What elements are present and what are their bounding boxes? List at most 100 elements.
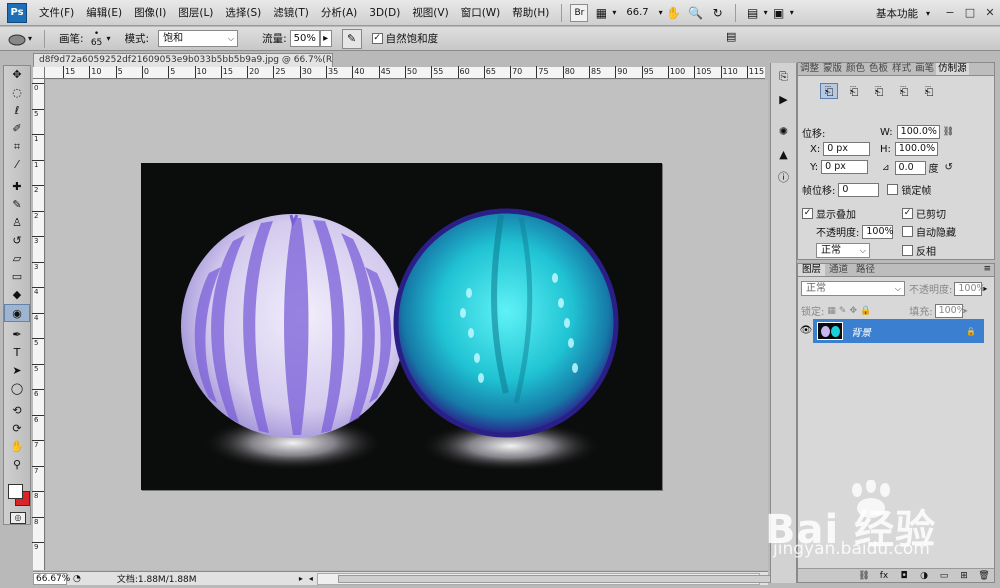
menu-select[interactable]: 选择(S) (219, 0, 267, 26)
frame-offset-input[interactable]: 0 (838, 182, 880, 197)
tab-masks[interactable]: 蒙版 (821, 63, 844, 75)
scroll-left-icon[interactable]: ◂ (309, 574, 313, 583)
move-tool-icon[interactable]: ✥ (4, 66, 30, 84)
chevron-right-icon[interactable]: ▸ (964, 306, 968, 315)
airbrush-icon[interactable]: ✎ (341, 28, 362, 49)
tab-layers[interactable]: 图层 (798, 264, 826, 276)
flow-slider-button[interactable]: ▸ (319, 30, 332, 47)
hand-tool-icon[interactable]: ✋ (4, 438, 30, 456)
type-tool-icon[interactable]: T (4, 344, 30, 362)
chevron-down-icon[interactable]: ▾ (659, 8, 663, 17)
bridge-button[interactable]: Br (570, 3, 589, 22)
path-selection-tool-icon[interactable]: ➤ (4, 362, 30, 380)
flow-input[interactable]: 50% (289, 30, 320, 47)
invert-checkbox[interactable] (902, 245, 913, 256)
chevron-down-icon[interactable]: ▾ (612, 8, 616, 17)
clone-source-2-icon[interactable]: ⎗ (845, 83, 863, 99)
quick-mask-icon[interactable]: ◎ (10, 512, 26, 524)
auto-hide-checkbox[interactable] (902, 226, 913, 237)
menu-layer[interactable]: 图层(L) (172, 0, 219, 26)
menu-file[interactable]: 文件(F) (33, 0, 80, 26)
chevron-down-icon[interactable]: ▾ (107, 34, 111, 43)
panel-toggle-icon[interactable]: ▤ (726, 30, 736, 43)
brush-picker[interactable]: • 65 (87, 29, 107, 49)
brush-tool-icon[interactable]: ✎ (4, 196, 30, 214)
3d-orbit-tool-icon[interactable]: ⟳ (4, 420, 30, 438)
close-icon[interactable]: ✕ (980, 4, 1000, 22)
blur-tool-icon[interactable]: ◆ (4, 286, 30, 304)
eye-icon[interactable]: 👁 (799, 319, 813, 343)
eraser-tool-icon[interactable]: ▱ (4, 250, 30, 268)
pen-tool-icon[interactable]: ✒ (4, 326, 30, 344)
status-arrow-icon[interactable]: ▸ (299, 574, 309, 583)
chevron-down-icon[interactable]: ▾ (790, 8, 794, 17)
horizontal-scrollbar[interactable] (316, 572, 808, 585)
lasso-tool-icon[interactable]: ℓ (4, 102, 30, 120)
lock-position-icon[interactable]: ✥ (849, 306, 857, 316)
overlay-opacity-input[interactable]: 100% (862, 224, 894, 239)
hand-tool-icon[interactable]: ✋ (665, 6, 683, 20)
menu-edit[interactable]: 编辑(E) (80, 0, 128, 26)
h-input[interactable]: 100.0% (894, 142, 938, 156)
menu-window[interactable]: 窗口(W) (455, 0, 507, 26)
tool-preset-picker[interactable]: ▾ (8, 29, 38, 49)
rotate-view-icon[interactable]: ↻ (709, 6, 727, 20)
view-extras-icon[interactable]: ▦ (592, 6, 610, 20)
clone-source-1-icon[interactable]: ⎗ (820, 83, 838, 99)
foreground-color-swatch[interactable] (8, 484, 23, 499)
crop-tool-icon[interactable]: ⌗ (4, 138, 30, 156)
tab-color[interactable]: 颜色 (844, 63, 867, 75)
menu-analysis[interactable]: 分析(A) (315, 0, 363, 26)
minimize-icon[interactable]: − (940, 4, 960, 22)
menu-help[interactable]: 帮助(H) (506, 0, 555, 26)
history-brush-tool-icon[interactable]: ↺ (4, 232, 30, 250)
gradient-tool-icon[interactable]: ▭ (4, 268, 30, 286)
clone-source-5-icon[interactable]: ⎗ (920, 83, 938, 99)
layer-blend-select[interactable]: 正常 ⌵ (801, 281, 905, 296)
restore-icon[interactable]: □ (960, 4, 980, 22)
chevron-down-icon[interactable]: ▾ (926, 9, 930, 18)
menu-3d[interactable]: 3D(D) (363, 0, 406, 26)
menu-image[interactable]: 图像(I) (128, 0, 172, 26)
document-image[interactable] (141, 163, 662, 490)
chevron-right-icon[interactable]: ▸ (983, 284, 987, 293)
panel-menu-icon[interactable]: ≡ (983, 264, 994, 276)
y-input[interactable]: 0 px (821, 160, 869, 174)
clone-source-3-icon[interactable]: ⎗ (870, 83, 888, 99)
marquee-tool-icon[interactable]: ◌ (4, 84, 30, 102)
zoom-tool-icon[interactable]: 🔍 (687, 6, 705, 20)
horizontal-ruler[interactable]: 15 10 5 0 5 10 15 20 25 30 35 40 45 50 55 60 65 70 75 80 85 9… (45, 66, 765, 79)
lock-transparency-icon[interactable]: ▦ (827, 306, 836, 316)
history-panel-icon[interactable]: ⎘ (774, 68, 794, 86)
document-tab[interactable]: d8f9d72a6059252df21609053e9b033b5bb5b9a9… (33, 53, 333, 67)
healing-brush-tool-icon[interactable]: ✚ (4, 178, 30, 196)
layer-background[interactable]: 👁 背景 🔒 (799, 319, 984, 343)
show-overlay-checkbox[interactable]: ✓ (802, 208, 813, 219)
zoom-tool-icon[interactable]: ⚲ (4, 456, 30, 474)
layer-opacity-input[interactable]: 100% (954, 281, 986, 296)
eyedropper-tool-icon[interactable]: ⁄ (4, 156, 30, 174)
fill-input[interactable]: 100% (934, 303, 966, 318)
navigator-panel-icon[interactable]: ✺ (774, 123, 794, 141)
status-zoom-field[interactable]: 66.67% (33, 572, 70, 585)
actions-panel-icon[interactable]: ▶ (774, 91, 794, 109)
menu-view[interactable]: 视图(V) (406, 0, 454, 26)
screen-mode-icon[interactable]: ▣ (770, 6, 788, 20)
chevron-down-icon[interactable]: ▾ (764, 8, 768, 17)
angle-input[interactable]: 0.0 (894, 160, 926, 175)
lock-all-icon[interactable]: 🔒 (860, 306, 871, 316)
link-proportions-icon[interactable]: ⛓ (943, 127, 954, 137)
tab-channels[interactable]: 通道 (825, 264, 852, 276)
arrange-documents-icon[interactable]: ▤ (744, 6, 762, 20)
ruler-origin[interactable] (33, 67, 45, 79)
tab-swatches[interactable]: 色板 (867, 63, 890, 75)
info-panel-icon[interactable]: ⓘ (774, 169, 794, 187)
3d-rotate-tool-icon[interactable]: ⟲ (4, 402, 30, 420)
tab-brushes[interactable]: 画笔 (913, 63, 936, 75)
clone-stamp-tool-icon[interactable]: ♙ (4, 214, 30, 232)
menu-filter[interactable]: 滤镜(T) (267, 0, 315, 26)
tab-clone-source[interactable]: 仿制源 (936, 63, 969, 75)
tab-paths[interactable]: 路径 (852, 264, 879, 276)
x-input[interactable]: 0 px (823, 142, 871, 156)
histogram-panel-icon[interactable]: ▲ (774, 146, 794, 164)
